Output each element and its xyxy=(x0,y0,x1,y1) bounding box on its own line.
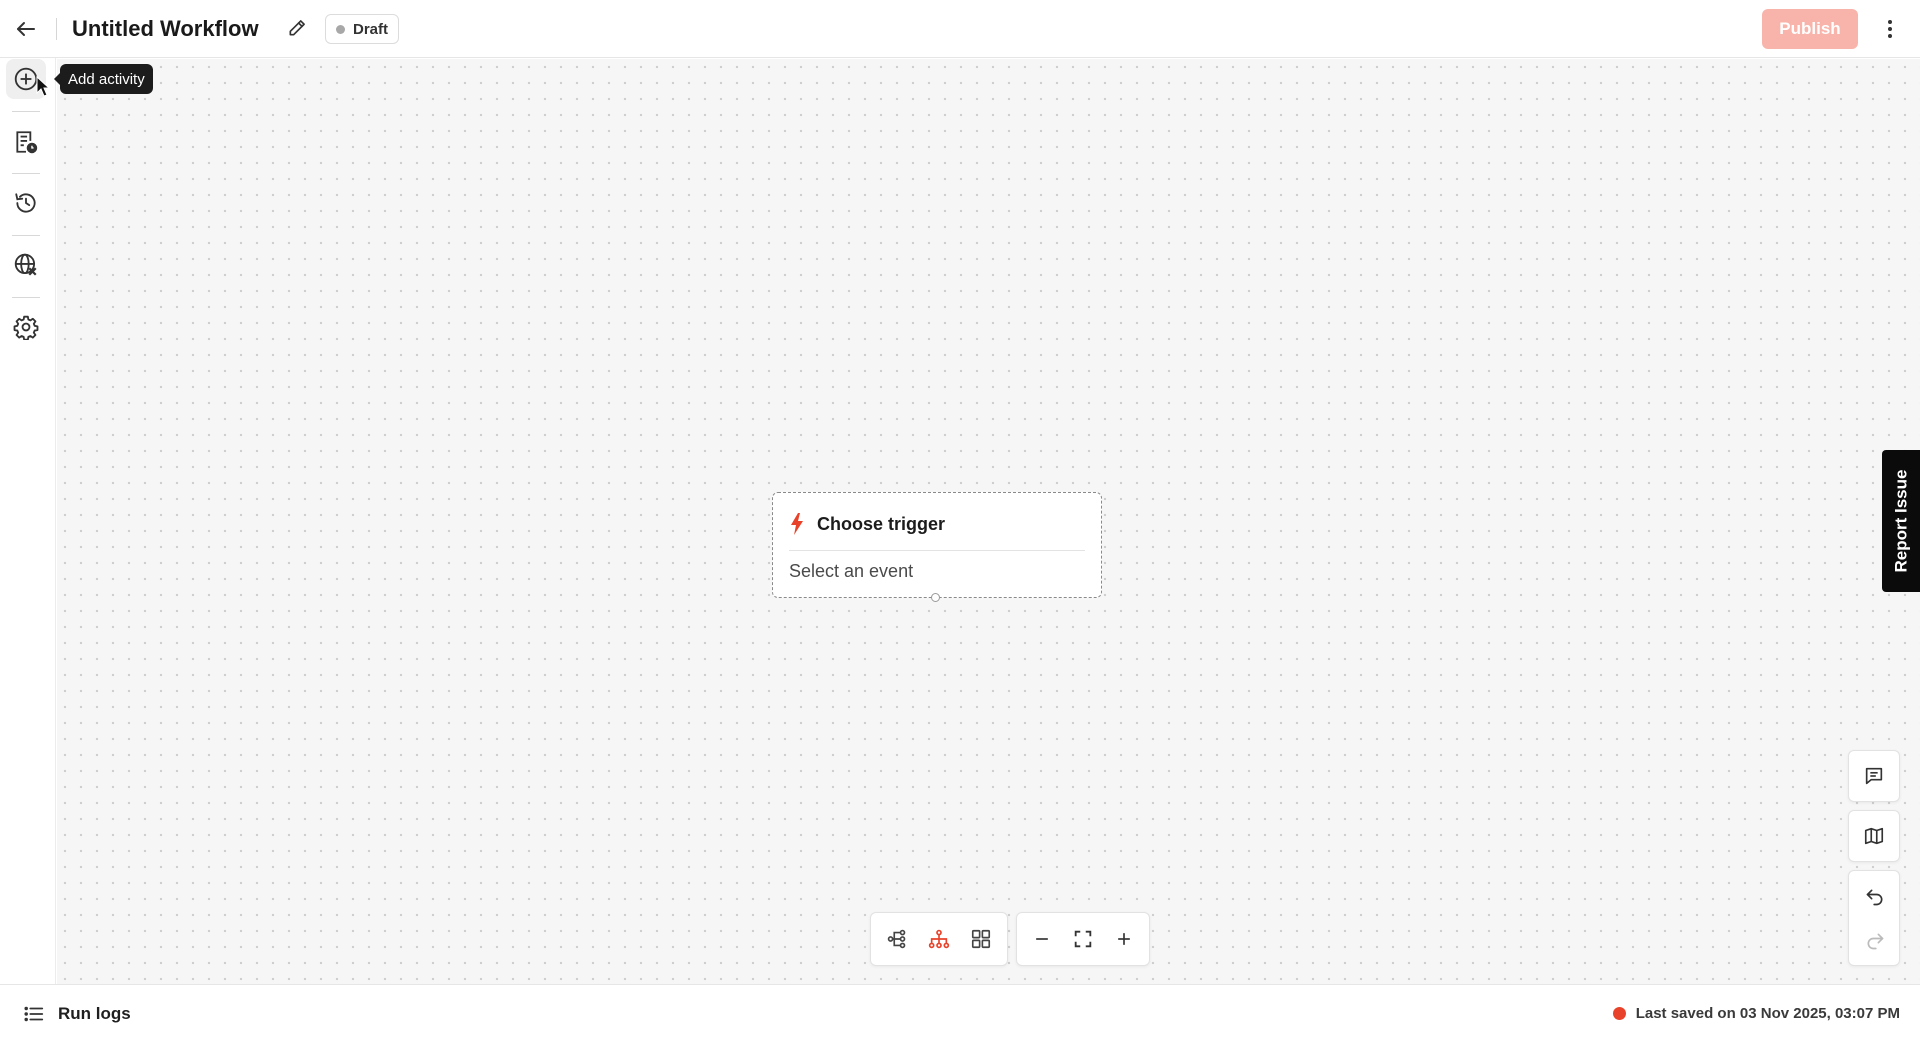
tree-layout-icon xyxy=(928,929,950,949)
redo-button[interactable] xyxy=(1849,919,1901,963)
status-badge: Draft xyxy=(325,14,400,44)
save-status-dot xyxy=(1612,1007,1626,1020)
more-options-button[interactable] xyxy=(1874,13,1906,45)
minimap-button[interactable] xyxy=(1848,810,1900,862)
gear-icon xyxy=(13,315,39,340)
redo-icon xyxy=(1867,933,1884,950)
report-issue-tab[interactable]: Report Issue xyxy=(1882,450,1920,592)
edit-title-button[interactable] xyxy=(284,15,310,41)
workflow-title[interactable]: Untitled Workflow xyxy=(72,14,259,44)
lightning-icon xyxy=(791,513,803,535)
left-sidebar xyxy=(0,58,56,984)
sidebar-divider xyxy=(12,173,40,174)
zoom-toolbar xyxy=(1016,912,1150,966)
zoom-in-icon xyxy=(1117,933,1130,945)
add-activity-tooltip: Add activity xyxy=(54,64,153,94)
map-icon xyxy=(1864,827,1884,845)
run-logs-button[interactable]: Run logs xyxy=(22,1003,131,1025)
sidebar-item-history[interactable] xyxy=(6,183,46,223)
sidebar-item-settings[interactable] xyxy=(6,307,46,347)
status-dot xyxy=(336,24,345,34)
run-logs-label: Run logs xyxy=(58,1004,131,1023)
sidebar-item-logs[interactable] xyxy=(6,122,46,162)
trigger-node-header: Choose trigger xyxy=(789,509,1085,539)
last-saved-text: Last saved on 03 Nov 2025, 03:07 PM xyxy=(1635,1005,1900,1022)
fit-screen-icon xyxy=(1074,930,1092,948)
sidebar-item-variables[interactable] xyxy=(6,245,46,285)
more-vertical-icon xyxy=(1888,20,1892,38)
header-divider xyxy=(56,18,57,40)
layout-toolbar xyxy=(870,912,1008,966)
tree-layout-button[interactable] xyxy=(921,921,957,957)
grid-layout-button[interactable] xyxy=(963,921,999,957)
branch-layout-button[interactable] xyxy=(879,921,915,957)
branch-layout-icon xyxy=(887,929,906,949)
fit-screen-button[interactable] xyxy=(1066,921,1101,957)
status-label: Draft xyxy=(353,20,389,38)
back-button[interactable] xyxy=(10,13,42,45)
mouse-cursor-icon xyxy=(36,76,51,97)
history-icon xyxy=(15,193,36,213)
sidebar-divider xyxy=(12,235,40,236)
arrow-left-icon xyxy=(17,22,35,36)
save-status: Last saved on 03 Nov 2025, 03:07 PM xyxy=(1612,1005,1900,1022)
notes-clock-icon xyxy=(16,131,38,154)
undo-icon xyxy=(1866,889,1883,906)
undo-redo-group xyxy=(1848,870,1900,966)
top-bar: Untitled Workflow Draft Publish xyxy=(0,0,1920,58)
publish-button[interactable]: Publish xyxy=(1762,9,1858,49)
trigger-node[interactable]: Choose trigger Select an event xyxy=(772,492,1102,602)
comments-button[interactable] xyxy=(1848,750,1900,802)
sidebar-divider xyxy=(12,111,40,112)
undo-button[interactable] xyxy=(1849,875,1901,919)
zoom-out-button[interactable] xyxy=(1025,921,1060,957)
bottom-bar: Run logs Last saved on 03 Nov 2025, 03:0… xyxy=(0,984,1920,1045)
zoom-out-icon xyxy=(1036,938,1049,940)
globe-variable-icon xyxy=(14,253,37,276)
list-icon xyxy=(24,1006,44,1022)
comment-icon xyxy=(1865,767,1883,785)
grid-layout-icon xyxy=(971,929,991,949)
sidebar-divider xyxy=(12,297,40,298)
pencil-icon xyxy=(289,20,305,36)
trigger-title: Choose trigger xyxy=(817,513,946,534)
trigger-divider xyxy=(789,550,1085,551)
node-output-handle[interactable] xyxy=(931,593,940,602)
trigger-subtitle: Select an event xyxy=(789,561,914,581)
report-issue-label: Report Issue xyxy=(1891,469,1911,573)
zoom-in-button[interactable] xyxy=(1106,921,1141,957)
